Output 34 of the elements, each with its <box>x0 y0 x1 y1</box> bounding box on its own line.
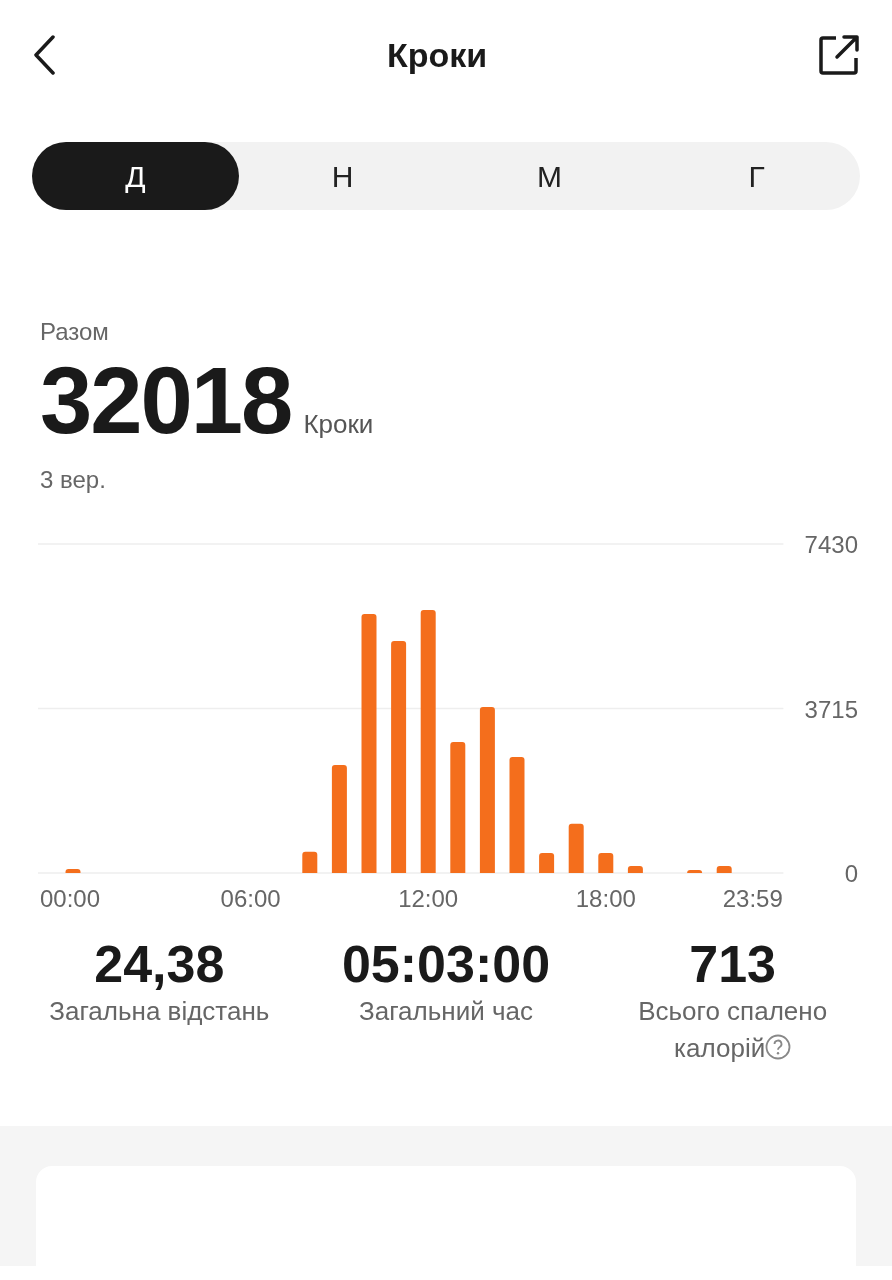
step-bar <box>65 869 81 873</box>
step-total: 32018 <box>40 354 292 448</box>
y-axis-label: 0 <box>844 860 858 887</box>
stat-value: 24,38 <box>94 936 225 994</box>
step-bar <box>716 865 732 873</box>
period-tab[interactable]: Д <box>32 142 239 210</box>
period-tab[interactable]: М <box>446 142 653 210</box>
share-icon[interactable] <box>818 34 860 76</box>
stat-value: 05:03:00 <box>341 936 551 994</box>
y-axis-label: 7430 <box>804 531 858 558</box>
stat-value: 713 <box>689 936 776 994</box>
x-axis-label: 23:59 <box>722 885 783 912</box>
y-axis-label: 3715 <box>804 695 858 723</box>
x-axis-label: 00:00 <box>40 885 101 912</box>
period-tab[interactable]: Н <box>239 142 446 210</box>
x-axis-label: 18:00 <box>575 885 636 912</box>
step-bar <box>302 851 318 873</box>
step-bar <box>539 853 555 873</box>
date-label: 3 вер. <box>40 465 107 495</box>
step-bar <box>687 869 703 873</box>
x-axis-label: 12:00 <box>398 885 459 912</box>
total-label: Разом <box>40 317 110 347</box>
stat-label: Загальна відстань <box>49 995 270 1029</box>
x-axis-label: 06:00 <box>220 885 281 912</box>
help-icon[interactable] <box>765 1033 792 1060</box>
step-bar <box>598 853 614 873</box>
stat-label: Всього спалено калорій <box>637 995 829 1065</box>
period-tab[interactable]: Г <box>653 142 860 210</box>
screen-title: Кроки <box>386 34 488 76</box>
step-bar <box>627 865 643 873</box>
back-icon[interactable] <box>32 35 56 75</box>
step-bar <box>568 823 584 873</box>
stat-label: Загальний час <box>359 995 533 1029</box>
unit-label: Кроки <box>303 408 374 441</box>
